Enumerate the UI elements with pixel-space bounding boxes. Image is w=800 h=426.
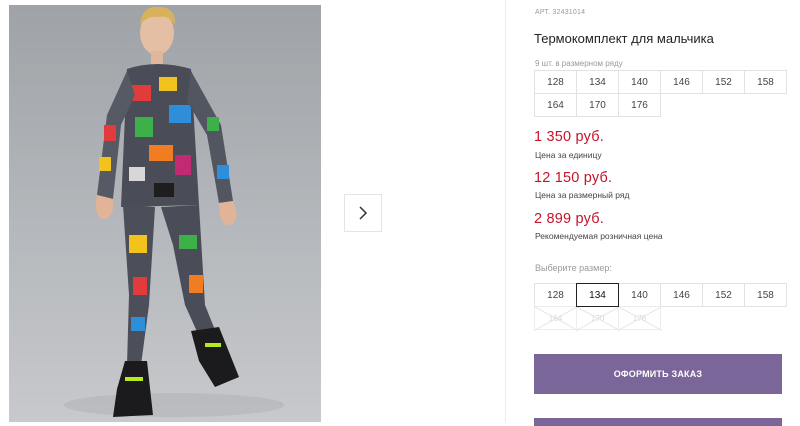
product-info-panel: АРТ. 32431014 Термокомплект для мальчика… [534, 0, 787, 426]
order-button[interactable]: ОФОРМИТЬ ЗАКАЗ [534, 354, 782, 394]
size-picker: 128 134 140 146 152 158 164 170 176 [534, 283, 787, 330]
boy-in-thermal-set-image [64, 6, 284, 417]
size-option[interactable]: 140 [618, 283, 661, 307]
product-gallery [0, 0, 505, 422]
row-price-label: Цена за размерный ряд [535, 190, 630, 200]
next-image-button[interactable] [344, 194, 382, 232]
article-number: АРТ. 32431014 [535, 9, 586, 16]
size-row-cell: 152 [702, 70, 745, 94]
secondary-action-button[interactable] [534, 418, 782, 426]
row-price: 12 150 руб. [534, 170, 613, 186]
size-option[interactable]: 152 [702, 283, 745, 307]
size-row-grid: 128 134 140 146 152 158 164 170 176 [534, 70, 787, 117]
product-title: Термокомплект для мальчика [534, 31, 714, 46]
size-option-unavailable: 176 [618, 306, 661, 330]
retail-price: 2 899 руб. [534, 211, 604, 227]
size-option[interactable]: 128 [534, 283, 577, 307]
unit-price-label: Цена за единицу [535, 150, 602, 160]
size-row-cell: 170 [576, 93, 619, 117]
size-option-unavailable: 164 [534, 306, 577, 330]
size-option-unavailable-label: 170 [590, 313, 605, 323]
size-option-unavailable-label: 176 [632, 313, 647, 323]
panel-divider [505, 0, 506, 422]
size-option-unavailable: 170 [576, 306, 619, 330]
retail-price-label: Рекомендуемая розничная цена [535, 231, 663, 241]
size-row-cell: 128 [534, 70, 577, 94]
chevron-right-icon [359, 206, 368, 220]
size-option-unavailable-label: 164 [548, 313, 563, 323]
size-option[interactable]: 158 [744, 283, 787, 307]
product-photo[interactable] [9, 5, 321, 422]
size-row-cell: 176 [618, 93, 661, 117]
size-row-cell: 164 [534, 93, 577, 117]
size-option[interactable]: 146 [660, 283, 703, 307]
choose-size-label: Выберите размер: [535, 263, 612, 273]
pack-count: 9 шт. в размерном ряду [535, 59, 623, 68]
size-row-cell: 158 [744, 70, 787, 94]
unit-price: 1 350 руб. [534, 129, 604, 145]
size-row-cell: 134 [576, 70, 619, 94]
size-row-cell: 140 [618, 70, 661, 94]
size-row-cell: 146 [660, 70, 703, 94]
size-option-selected[interactable]: 134 [576, 283, 619, 307]
